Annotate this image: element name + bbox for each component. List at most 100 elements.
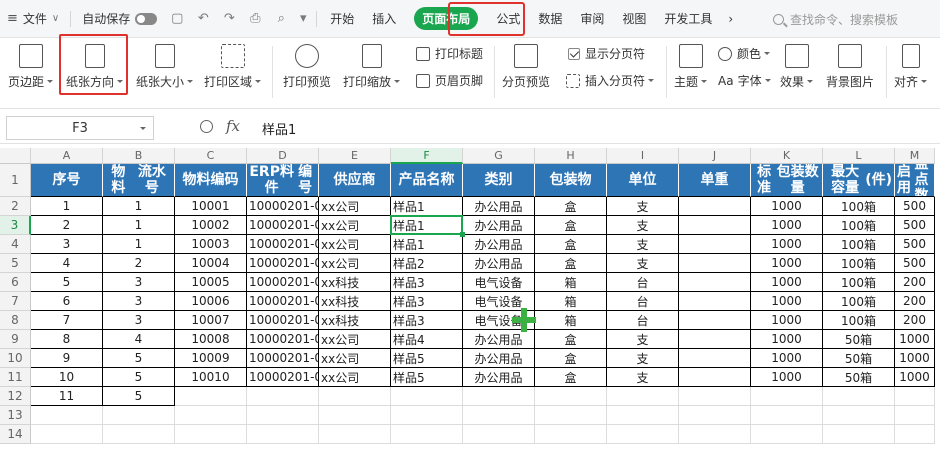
data-cell[interactable] xyxy=(679,273,751,292)
data-cell[interactable]: 100箱 xyxy=(823,254,895,273)
zoom-icon[interactable] xyxy=(200,120,213,133)
data-cell[interactable] xyxy=(607,387,679,406)
data-cell[interactable]: 10008 xyxy=(175,330,247,349)
data-cell[interactable]: 100箱 xyxy=(823,292,895,311)
data-cell[interactable]: 1000 xyxy=(751,330,823,349)
header-cell[interactable]: 产品名称 xyxy=(391,164,463,197)
header-cell[interactable]: 启用 盘点数 xyxy=(895,164,935,197)
data-cell[interactable]: 1000 xyxy=(751,273,823,292)
redo-icon[interactable]: ↷ xyxy=(216,0,242,38)
header-footer-button[interactable]: 页眉页脚 xyxy=(416,72,483,89)
row-header-8[interactable]: 8 xyxy=(0,311,31,330)
data-cell[interactable]: 支 xyxy=(607,349,679,368)
empty-cell[interactable] xyxy=(175,406,247,425)
fill-handle[interactable] xyxy=(460,232,465,237)
data-cell[interactable]: xx公司 xyxy=(319,216,391,235)
data-cell[interactable]: 1000 xyxy=(751,216,823,235)
data-cell[interactable]: 箱 xyxy=(535,273,607,292)
effects-button[interactable]: 效果 xyxy=(780,40,814,90)
data-cell[interactable]: 5 xyxy=(31,273,103,292)
search-command[interactable]: 查找命令、搜索模板 xyxy=(773,9,940,29)
column-header-F[interactable]: F xyxy=(391,148,463,164)
column-header-D[interactable]: D xyxy=(247,148,319,164)
data-cell[interactable]: xx公司 xyxy=(319,349,391,368)
data-cell[interactable]: 50箱 xyxy=(823,368,895,387)
header-cell[interactable]: ERP料件 编号 xyxy=(247,164,319,197)
data-cell[interactable]: 1 xyxy=(103,216,175,235)
header-cell[interactable]: 物料 流水号 xyxy=(103,164,175,197)
data-cell[interactable]: 10003 xyxy=(175,235,247,254)
data-cell[interactable]: 10000201-0 xyxy=(247,311,319,330)
empty-cell[interactable] xyxy=(607,425,679,444)
data-cell[interactable]: 盒 xyxy=(535,254,607,273)
data-cell[interactable]: 1000 xyxy=(751,235,823,254)
data-cell[interactable]: xx科技 xyxy=(319,292,391,311)
print-preview-button[interactable]: 打印预览 xyxy=(283,40,331,90)
data-cell[interactable]: 50箱 xyxy=(823,349,895,368)
data-cell[interactable]: 台 xyxy=(607,292,679,311)
page-break-preview-button[interactable]: 分页预览 xyxy=(502,40,550,90)
data-cell[interactable]: 100箱 xyxy=(823,311,895,330)
empty-cell[interactable] xyxy=(463,425,535,444)
align-button[interactable]: 对齐 xyxy=(894,40,928,90)
data-cell[interactable]: xx公司 xyxy=(319,368,391,387)
data-cell[interactable] xyxy=(679,197,751,216)
data-cell[interactable]: xx公司 xyxy=(319,197,391,216)
insert-page-break-button[interactable]: 插入分页符 xyxy=(566,72,655,89)
tab-4[interactable]: 数据 xyxy=(529,0,571,38)
data-cell[interactable]: 办公用品 xyxy=(463,349,535,368)
header-cell[interactable]: 供应商 xyxy=(319,164,391,197)
tab-6[interactable]: 视图 xyxy=(613,0,655,38)
data-cell[interactable]: 11 xyxy=(31,387,103,406)
empty-cell[interactable] xyxy=(247,425,319,444)
data-cell[interactable] xyxy=(463,387,535,406)
column-header-K[interactable]: K xyxy=(751,148,823,164)
data-cell[interactable]: 1000 xyxy=(751,197,823,216)
data-cell[interactable]: 支 xyxy=(607,235,679,254)
data-cell[interactable]: xx公司 xyxy=(319,330,391,349)
empty-cell[interactable] xyxy=(319,406,391,425)
empty-cell[interactable] xyxy=(679,425,751,444)
data-cell[interactable]: 2 xyxy=(31,216,103,235)
tab-1[interactable]: 插入 xyxy=(363,0,405,38)
tab-5[interactable]: 审阅 xyxy=(571,0,613,38)
row-header-1[interactable]: 1 xyxy=(0,164,31,197)
column-header-G[interactable]: G xyxy=(463,148,535,164)
data-cell[interactable]: 10000201-0 xyxy=(247,197,319,216)
data-cell[interactable]: 200 xyxy=(895,273,935,292)
column-header-B[interactable]: B xyxy=(103,148,175,164)
data-cell[interactable]: 支 xyxy=(607,368,679,387)
data-cell[interactable]: 办公用品 xyxy=(463,235,535,254)
data-cell[interactable]: 1000 xyxy=(895,368,935,387)
show-page-breaks-checkbox[interactable]: 显示分页符 xyxy=(568,45,645,62)
fonts-button[interactable]: Aa 字体 xyxy=(718,72,771,89)
data-cell[interactable]: 样品1 xyxy=(391,235,463,254)
data-cell[interactable]: 样品5 xyxy=(391,349,463,368)
data-cell[interactable]: 盒 xyxy=(535,330,607,349)
data-cell[interactable]: 盒 xyxy=(535,197,607,216)
function-icon[interactable]: fx xyxy=(226,117,240,135)
data-cell[interactable]: 500 xyxy=(895,216,935,235)
data-cell[interactable] xyxy=(751,387,823,406)
data-cell[interactable]: 办公用品 xyxy=(463,216,535,235)
empty-cell[interactable] xyxy=(823,406,895,425)
data-cell[interactable]: 100箱 xyxy=(823,273,895,292)
column-header-J[interactable]: J xyxy=(679,148,751,164)
data-cell[interactable]: 10001 xyxy=(175,197,247,216)
data-cell[interactable] xyxy=(679,216,751,235)
data-cell[interactable]: 3 xyxy=(103,311,175,330)
data-cell[interactable]: 10000201-0 xyxy=(247,349,319,368)
data-cell[interactable]: 9 xyxy=(31,349,103,368)
print-scale-button[interactable]: 打印缩放 xyxy=(343,40,401,90)
data-cell[interactable]: 10000201-0 xyxy=(247,330,319,349)
column-header-H[interactable]: H xyxy=(535,148,607,164)
data-cell[interactable]: 10006 xyxy=(175,292,247,311)
data-cell[interactable]: 10000201-0 xyxy=(247,273,319,292)
data-cell[interactable] xyxy=(175,387,247,406)
data-cell[interactable]: 10007 xyxy=(175,311,247,330)
data-cell[interactable]: 盒 xyxy=(535,349,607,368)
empty-cell[interactable] xyxy=(103,425,175,444)
data-cell[interactable]: 1000 xyxy=(751,311,823,330)
data-cell[interactable]: 4 xyxy=(103,330,175,349)
autosave-toggle[interactable]: 自动保存 xyxy=(75,0,164,38)
